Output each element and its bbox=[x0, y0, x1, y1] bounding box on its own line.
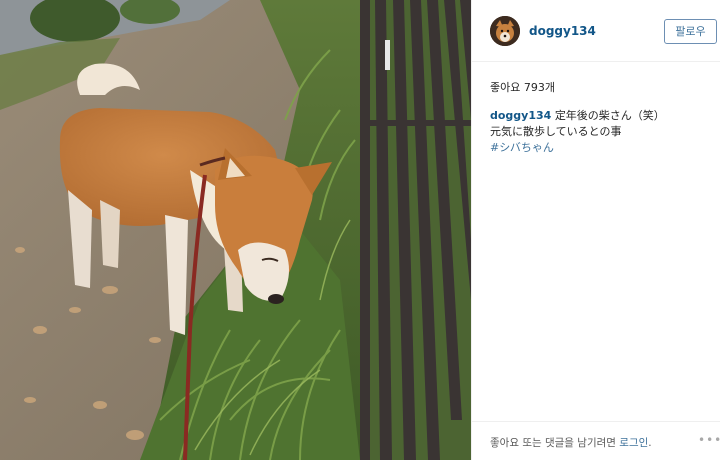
login-prompt: 좋아요 또는 댓글을 남기려면 로그인. bbox=[490, 435, 652, 450]
likes-count[interactable]: 좋아요 793개 bbox=[490, 79, 555, 95]
avatar[interactable] bbox=[490, 16, 520, 46]
caption-text-2: 元気に散歩しているとの事 bbox=[490, 125, 622, 138]
instagram-post: doggy134 팔로우 좋아요 793개 doggy134 定年後の柴さん（笑… bbox=[0, 0, 720, 460]
login-prompt-suffix: . bbox=[648, 437, 652, 449]
username-link[interactable]: doggy134 bbox=[529, 24, 596, 38]
caption-text-1: 定年後の柴さん（笑） bbox=[554, 109, 665, 122]
login-link[interactable]: 로그인 bbox=[619, 437, 648, 449]
post-photo[interactable] bbox=[0, 0, 471, 460]
caption-hashtag-link[interactable]: #シバちゃん bbox=[490, 140, 715, 156]
dog-avatar-icon bbox=[490, 16, 520, 46]
more-dots-icon[interactable]: ••• bbox=[698, 433, 720, 447]
post-caption: doggy134 定年後の柴さん（笑） 元気に散歩しているとの事 #シバちゃん bbox=[490, 108, 715, 156]
post-side-panel: doggy134 팔로우 좋아요 793개 doggy134 定年後の柴さん（笑… bbox=[471, 0, 720, 460]
shiba-dog-photo bbox=[0, 0, 471, 460]
caption-line-1: doggy134 定年後の柴さん（笑） bbox=[490, 108, 715, 124]
caption-username-link[interactable]: doggy134 bbox=[490, 109, 551, 122]
follow-button[interactable]: 팔로우 bbox=[664, 19, 717, 44]
post-footer: 좋아요 또는 댓글을 남기려면 로그인. ••• bbox=[472, 421, 720, 460]
post-header: doggy134 팔로우 bbox=[472, 0, 720, 62]
login-prompt-prefix: 좋아요 또는 댓글을 남기려면 bbox=[490, 437, 620, 449]
